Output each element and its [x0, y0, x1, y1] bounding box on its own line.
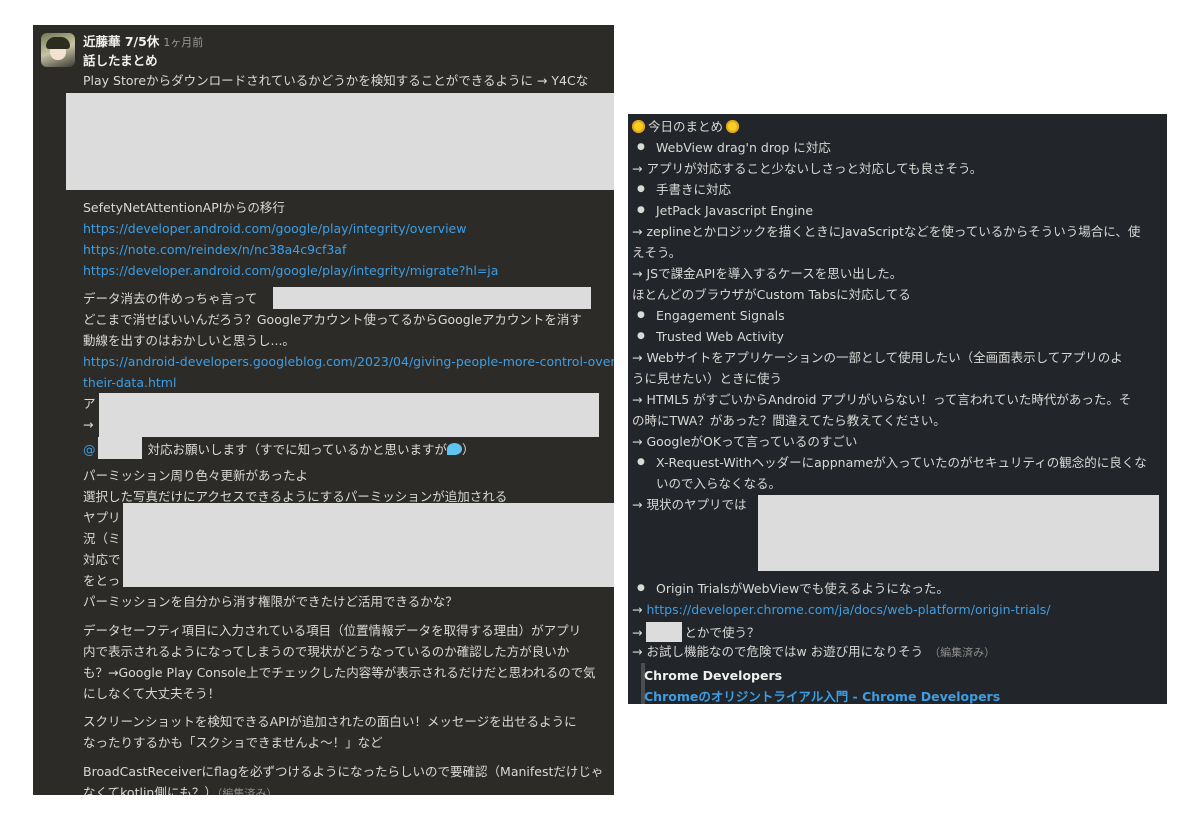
text-line: SefetyNetAttentionAPIからの移行	[83, 200, 285, 215]
text-line: も？→Google Play Console上でチェックした内容等が表示されるだ…	[83, 665, 596, 680]
message-title: 話したまとめ	[83, 53, 158, 68]
link[interactable]: https://android-developers.googleblog.co…	[83, 353, 614, 370]
text-line: → Webサイトをアプリケーションの一部として使用したい（全画面表示してアプリの…	[632, 350, 1123, 365]
text-line: → HTML5 がすごいからAndroid アプリがいらない！って言われていた時…	[632, 392, 1132, 407]
text-line: データ消去の件めっちゃ言って	[83, 291, 258, 306]
left-message-panel: 近藤華 7/5休 1ヶ月前 話したまとめ Play Storeからダウンロードされ…	[33, 25, 614, 795]
text-line: スクリーンショットを検知できるAPIが追加されたの面白い！メッセージを出せるよう…	[83, 714, 577, 729]
list-item: Engagement Signals	[637, 307, 785, 324]
redaction-block	[646, 622, 683, 642]
text-line: にしなくて大丈夫そう！	[83, 686, 221, 701]
user-avatar[interactable]	[41, 33, 75, 67]
edited-label: （編集済み）	[929, 646, 996, 659]
redaction-block	[273, 287, 591, 309]
link[interactable]: https://developer.chrome.com/ja/docs/web…	[646, 602, 1050, 617]
text-line: いので入らなくなる。	[656, 476, 782, 491]
list-item: Origin TrialsがWebViewでも使えるようになった。	[637, 580, 949, 597]
text-line: Play Storeからダウンロードされているかどうかを検知することができるよう…	[83, 73, 589, 88]
text-line: 内で表示されるようになってしまうので現状がどうなっているのか確認した方が良いか	[83, 644, 570, 659]
list-item: X-Request-Withヘッダーにappnameが入っていたのがセキュリティ…	[637, 454, 1147, 471]
redaction-block	[123, 503, 614, 587]
text-line: ほとんどのブラウザがCustom Tabsに対応してる	[632, 287, 911, 302]
flower-icon	[632, 120, 645, 133]
text-line: パーミッション周り色々更新があったよ	[83, 468, 309, 483]
mention[interactable]: @	[83, 442, 96, 457]
sweat-drops-icon	[447, 443, 463, 455]
user-name[interactable]: 近藤華 7/5休	[83, 34, 159, 49]
link[interactable]: https://developer.android.com/google/pla…	[83, 262, 498, 279]
list-item: Trusted Web Activity	[637, 328, 784, 345]
text-line: → 現状のヤプリでは	[632, 497, 747, 512]
text-line: → JSで課金APIを導入するケースを思い出した。	[632, 266, 903, 281]
link[interactable]: https://developer.android.com/google/pla…	[83, 220, 466, 237]
message-header: 近藤華 7/5休 1ヶ月前	[83, 33, 203, 51]
redaction-block	[66, 93, 614, 190]
message-time[interactable]: 1ヶ月前	[163, 36, 203, 49]
text-line: をとっ	[83, 573, 121, 588]
text-line: → とかで使う？	[632, 622, 759, 642]
redaction-block	[99, 393, 599, 437]
text-line: なったりするかも「スクショできませんよ〜！」など	[83, 735, 383, 750]
text-line: 動線を出すのはおかしいと思うし...。	[83, 333, 295, 348]
text-line: → お試し機能なので危険ではw お遊び用になりそう （編集済み）	[632, 644, 996, 659]
edited-label: （編集済み）	[216, 787, 278, 795]
text-line: BroadCastReceiverにflagを必ずつけるようになったらしいので要…	[83, 764, 604, 779]
text-line: 対応で	[83, 552, 121, 567]
text-line: データセーフティ項目に入力されている項目（位置情報データを取得する理由）がアプリ	[83, 623, 582, 638]
text-line: うに見せたい）ときに使う	[632, 371, 783, 386]
redaction-block	[97, 437, 142, 459]
text-line: 況（ミ	[83, 531, 121, 546]
link[interactable]: their-data.html	[83, 374, 176, 391]
flower-icon	[726, 120, 740, 133]
unfurl-title-link[interactable]: Chromeのオリジントライアル入門 - Chrome Developers	[644, 688, 1000, 704]
list-item: WebView drag'n drop に対応	[637, 139, 831, 156]
text-line: ア	[83, 396, 96, 411]
summary-title: 今日のまとめ	[632, 118, 740, 135]
link[interactable]: https://note.com/reindex/n/nc38a4c9cf3af	[83, 241, 346, 258]
list-item: 手書きに対応	[637, 181, 731, 198]
list-item: JetPack Javascript Engine	[637, 202, 813, 219]
mention-line: @ 対応お願いします（すでに知っているかと思いますが）	[83, 437, 475, 459]
text-line: なくてkotlin側にも？）（編集済み）	[83, 784, 277, 795]
text-line: の時にTWA？があった？間違えてたら教えてください。	[632, 413, 946, 428]
text-line: → GoogleがOKって言っているのすごい	[632, 434, 858, 449]
link-line: → https://developer.chrome.com/ja/docs/w…	[632, 602, 1051, 617]
text-line: →	[83, 417, 94, 432]
text-line: → アプリが対応すること少ないしさっと対応しても良さそう。	[632, 161, 983, 176]
text-line: → zeplineとかロジックを描くときにJavaScriptなどを使っているか…	[632, 224, 1141, 239]
unfurl-site-name: Chrome Developers	[644, 668, 783, 683]
text-line: ヤプリ	[83, 510, 121, 525]
redaction-block	[758, 495, 1159, 571]
text-line: どこまで消せばいいんだろう？Googleアカウント使ってるからGoogleアカウ…	[83, 312, 582, 327]
right-message-panel: 今日のまとめ WebView drag'n drop に対応 → アプリが対応す…	[628, 114, 1167, 704]
text-line: えそう。	[632, 245, 682, 260]
text-line: パーミッションを自分から消す権限ができたけど活用できるかな？	[83, 594, 458, 609]
